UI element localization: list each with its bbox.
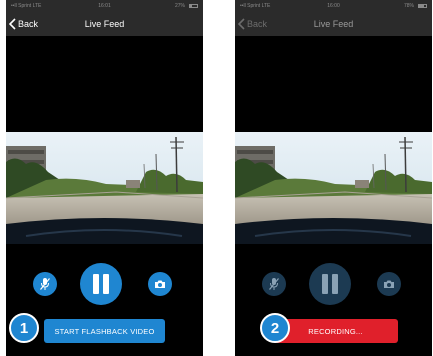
chevron-left-icon xyxy=(238,18,245,30)
pause-button[interactable] xyxy=(80,263,122,305)
mute-mic-button[interactable] xyxy=(262,272,286,296)
snapshot-button[interactable] xyxy=(148,272,172,296)
video-letterbox xyxy=(6,36,203,132)
step-badge: 1 xyxy=(9,313,39,343)
pause-icon xyxy=(93,274,99,294)
pause-icon-bar xyxy=(103,274,109,294)
back-label: Back xyxy=(18,19,39,29)
back-label: Back xyxy=(247,19,268,29)
back-button[interactable]: Back xyxy=(9,12,38,36)
mic-off-icon xyxy=(269,278,279,290)
pause-icon xyxy=(322,274,328,294)
battery-icon xyxy=(418,4,427,8)
mic-off-icon xyxy=(40,278,50,290)
clock-label: 16:01 xyxy=(98,3,111,9)
pause-icon-bar xyxy=(332,274,338,294)
camera-icon xyxy=(384,280,394,288)
back-button[interactable]: Back xyxy=(238,12,267,36)
road-scene-image xyxy=(235,132,432,244)
snapshot-button[interactable] xyxy=(377,272,401,296)
chevron-left-icon xyxy=(9,18,16,30)
start-flashback-video-button[interactable]: START FLASHBACK VIDEO xyxy=(44,319,165,343)
nav-bar: Back Live Feed xyxy=(235,12,432,36)
camera-icon xyxy=(155,280,165,288)
recording-status-button[interactable]: RECORDING... xyxy=(273,319,398,343)
step-badge: 2 xyxy=(260,313,290,343)
clock-label: 16:00 xyxy=(327,3,340,9)
video-letterbox xyxy=(235,36,432,132)
status-bar: ••ll Sprint LTE 16:01 27% xyxy=(6,0,203,12)
pause-button[interactable] xyxy=(309,263,351,305)
road-scene-image xyxy=(6,132,203,244)
live-video-feed xyxy=(6,132,203,244)
status-bar: ••ll Sprint LTE 16:00 78% xyxy=(235,0,432,12)
live-video-feed xyxy=(235,132,432,244)
battery-percent: 27% xyxy=(174,3,185,9)
nav-bar: Back Live Feed xyxy=(6,12,203,36)
phone-screen-start: ••ll Sprint LTE 16:01 27% Back Live Feed xyxy=(6,0,203,356)
mute-mic-button[interactable] xyxy=(33,272,57,296)
battery-percent: 78% xyxy=(403,3,414,9)
phone-screen-recording: ••ll Sprint LTE 16:00 78% Back Live Feed xyxy=(235,0,432,356)
battery-icon xyxy=(189,4,198,8)
